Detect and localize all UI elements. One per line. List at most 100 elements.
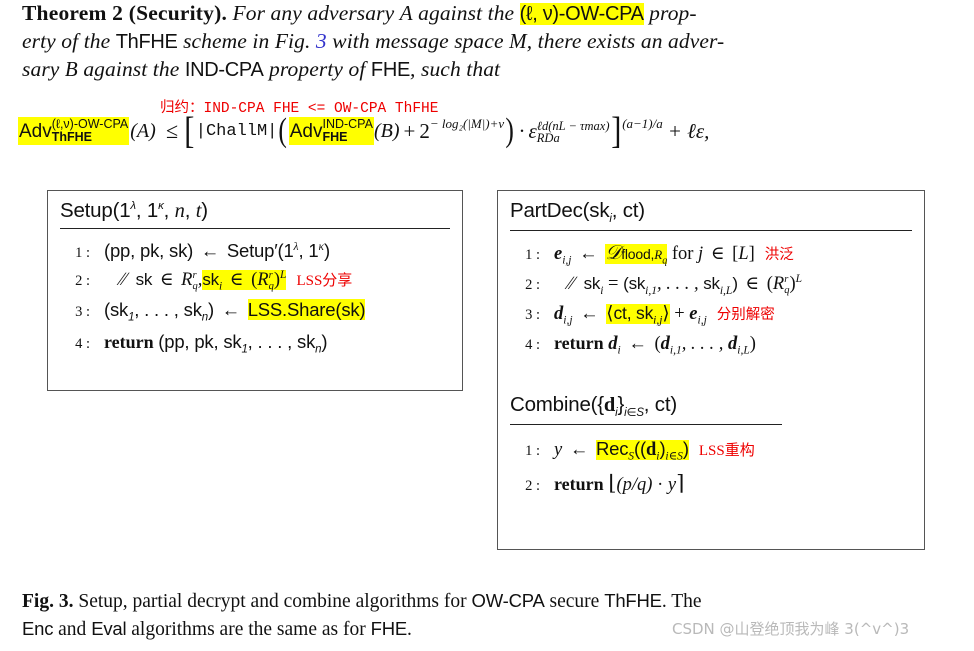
combine-row-1-body: y ← RecS((di)i∈S) LSS重构 xyxy=(554,438,755,463)
setup-row-3-number: 3 : xyxy=(75,303,90,320)
message-space-symbol: M xyxy=(509,29,527,53)
partdec-row-3: 3 : di,j ← ⟨ct, ski,j⟩ + ei,j 分别解密 xyxy=(502,303,916,327)
challm-term: |ChallM| xyxy=(195,121,278,141)
partdec-row-2-body: ∕∕ ski = (ski,1, . . . , ski,L) ∈ (R r q)L xyxy=(568,272,803,297)
theorem-label: Theorem 2 xyxy=(22,1,124,25)
theorem-line-2: erty of the ThFHE scheme in Fig. 3 with … xyxy=(22,28,958,56)
thfhe-label: ThFHE xyxy=(115,31,178,53)
theorem-text-2c: with message space xyxy=(326,29,510,53)
partdec-row-1-number: 1 : xyxy=(525,247,540,264)
theorem-text-3d: , such that xyxy=(410,57,501,81)
dot-operator: · xyxy=(518,118,526,143)
csdn-watermark: CSDN @山登绝顶我为峰 3(^v^)3 xyxy=(672,620,910,638)
relation-symbol: ≤ xyxy=(166,118,179,144)
combine-row-2-body: return ⌊(p/q) · y⌉ xyxy=(554,470,685,495)
setup-row-2-number: 2 : xyxy=(75,273,90,290)
two-exponent: − log₂(|M|)+ν xyxy=(429,116,505,131)
partdec-row-4-body: return di ← (di,1, . . . , di,L) xyxy=(554,333,756,357)
epsilon-subscript: RDa xyxy=(536,131,560,146)
theorem-text-1c: prop- xyxy=(643,1,697,25)
combine-row-1-highlight: RecS((di)i∈S) xyxy=(595,438,689,463)
rhs-adv-subscript: FHE xyxy=(322,130,348,145)
partdec-row-1-body: ei,j ← 𝒟flood,Rq for j ∈ [L] 洪泛 xyxy=(554,242,794,267)
setup-row-1-body: (pp, pk, sk) ← Setup′(1λ, 1κ) xyxy=(104,240,330,262)
main-inequality: Adv (ℓ,ν)-OW-CPA ThFHE (A) ≤ [|ChallM|(Adv IN… xyxy=(18,109,710,152)
caption-line-1: Fig. 3. Setup, partial decrypt and combi… xyxy=(22,587,958,615)
caption-text-2a: and xyxy=(53,619,92,640)
setup-row-1: 1 : (pp, pk, sk) ← Setup′(1λ, 1κ) xyxy=(52,240,452,263)
partdec-row-3-annotation: 分别解密 xyxy=(716,306,775,323)
theorem-block: Theorem 2 (Security). For any adversary … xyxy=(22,0,958,84)
combine-row-1: 1 : y ← RecS((di)i∈S) LSS重构 xyxy=(502,438,916,463)
theorem-line-3: sary B against the IND-CPA property of F… xyxy=(22,56,958,84)
reduction-annotation-text: IND-CPA FHE <= OW-CPA ThFHE xyxy=(203,101,439,117)
epsilon-scripts: ℓd(nL − τmax) RDa xyxy=(537,120,610,145)
combine-row-1-annotation: LSS重构 xyxy=(698,441,755,460)
setup-row-4-body: return (pp, pk, sk1, . . . , skn) xyxy=(104,330,328,356)
adversary-B-symbol: B xyxy=(64,57,78,81)
setup-row-2-body: ∕∕ sk ∈ Rr q ,ski ∈ (R r q)L LSS分享 xyxy=(120,269,353,293)
setup-row-3-highlight: LSS.Share(sk) xyxy=(247,298,366,320)
setup-title: Setup(1λ, 1κ, n, t) xyxy=(60,199,208,222)
figure-label: Fig. 3. xyxy=(22,591,74,612)
combine-title: Combine({di}i∈S, ct) xyxy=(510,393,677,420)
partdec-title: PartDec(ski, ct) xyxy=(510,199,645,226)
owcpa-highlight: (ℓ, ν)-OW-CPA xyxy=(519,3,644,25)
setup-algorithm-box: Setup(1λ, 1κ, n, t) 1 : (pp, pk, sk) ← S… xyxy=(47,190,463,391)
partdec-row-2: 2 : ∕∕ ski = (ski,1, . . . , ski,L) ∈ (R… xyxy=(502,273,916,297)
caption-text-1b: secure xyxy=(544,591,605,612)
caption-eval: Eval xyxy=(91,618,127,639)
partdec-row-2-number: 2 : xyxy=(525,276,540,293)
bracket-exponent: (a−1)/a xyxy=(622,116,663,131)
theorem-text-3b: against the xyxy=(77,57,185,81)
rhs-argument: (B) xyxy=(373,119,400,142)
rhs-adv-label: Adv xyxy=(289,120,323,142)
theorem-text-1a: For any adversary xyxy=(232,1,400,25)
combine-row-2-number: 2 : xyxy=(525,477,540,494)
partdec-row-3-highlight: ⟨ct, ski,j⟩ xyxy=(606,302,670,327)
open-paren: ( xyxy=(278,111,288,149)
partdec-row-3-body: di,j ← ⟨ct, ski,j⟩ + ei,j 分别解密 xyxy=(554,302,775,327)
plus-sign: + xyxy=(403,118,416,143)
lhs-adv-label: Adv xyxy=(19,120,52,142)
caption-text-2c: . xyxy=(407,619,412,640)
partdec-row-1: 1 : ei,j ← 𝒟flood,Rq for j ∈ [L] 洪泛 xyxy=(502,242,916,267)
theorem-text-2b: scheme in Fig. xyxy=(177,29,316,53)
lhs-advantage-term: Adv (ℓ,ν)-OW-CPA ThFHE xyxy=(18,117,130,146)
combine-row-2: 2 : return ⌊(p/q) · y⌉ xyxy=(502,471,916,496)
lhs-adv-subscript: ThFHE xyxy=(51,130,93,145)
partdec-row-4-number: 4 : xyxy=(525,337,540,354)
fhe-label: FHE xyxy=(370,59,411,81)
rhs-advantage-term: Adv IND-CPA FHE xyxy=(288,117,374,146)
setup-row-3-body: (sk1, . . . , skn) ← LSS.Share(sk) xyxy=(104,298,366,324)
setup-row-1-number: 1 : xyxy=(75,245,90,261)
theorem-text-2d: , there exists an adver- xyxy=(526,29,725,53)
fig-reference-link[interactable]: 3 xyxy=(316,29,327,53)
rhs-adv-scripts: IND-CPA FHE xyxy=(322,118,372,144)
theorem-text-1b: against the xyxy=(412,1,520,25)
setup-row-2-annotation: LSS分享 xyxy=(296,271,353,290)
equation-tail: + ℓε, xyxy=(667,118,710,143)
caption-text-2b: algorithms are the same as for xyxy=(126,619,371,640)
caption-text-1c: . The xyxy=(661,591,702,612)
setup-row-4-number: 4 : xyxy=(75,335,90,352)
partdec-row-4: 4 : return di ← (di,1, . . . , di,L) xyxy=(502,333,916,357)
partdec-row-3-number: 3 : xyxy=(525,306,540,323)
caption-enc: Enc xyxy=(22,618,54,639)
caption-fhe: FHE xyxy=(370,618,408,639)
theorem-line-1: Theorem 2 (Security). For any adversary … xyxy=(22,0,958,28)
epsilon-term: ε xyxy=(528,118,537,143)
reduction-annotation: 归约：IND-CPA FHE <= OW-CPA ThFHE xyxy=(160,96,438,117)
close-paren: ) xyxy=(505,111,515,149)
combine-row-1-number: 1 : xyxy=(525,443,540,460)
partdec-row-1-annotation: 洪泛 xyxy=(764,247,794,264)
open-bracket: [ xyxy=(184,109,195,152)
theorem-text-3a: sary xyxy=(22,57,65,81)
setup-row-2: 2 : ∕∕ sk ∈ Rr q ,ski ∈ (R r q)L LSS分享 xyxy=(52,269,452,293)
close-bracket: ] xyxy=(610,109,621,152)
partdec-combine-box: PartDec(ski, ct) 1 : ei,j ← 𝒟flood,Rq fo… xyxy=(497,190,925,550)
caption-text-1a: Setup, partial decrypt and combine algor… xyxy=(73,591,472,612)
setup-row-3: 3 : (sk1, . . . , skn) ← LSS.Share(sk) xyxy=(52,298,452,324)
theorem-name: (Security). xyxy=(128,1,228,25)
caption-thfhe: ThFHE xyxy=(604,590,662,611)
